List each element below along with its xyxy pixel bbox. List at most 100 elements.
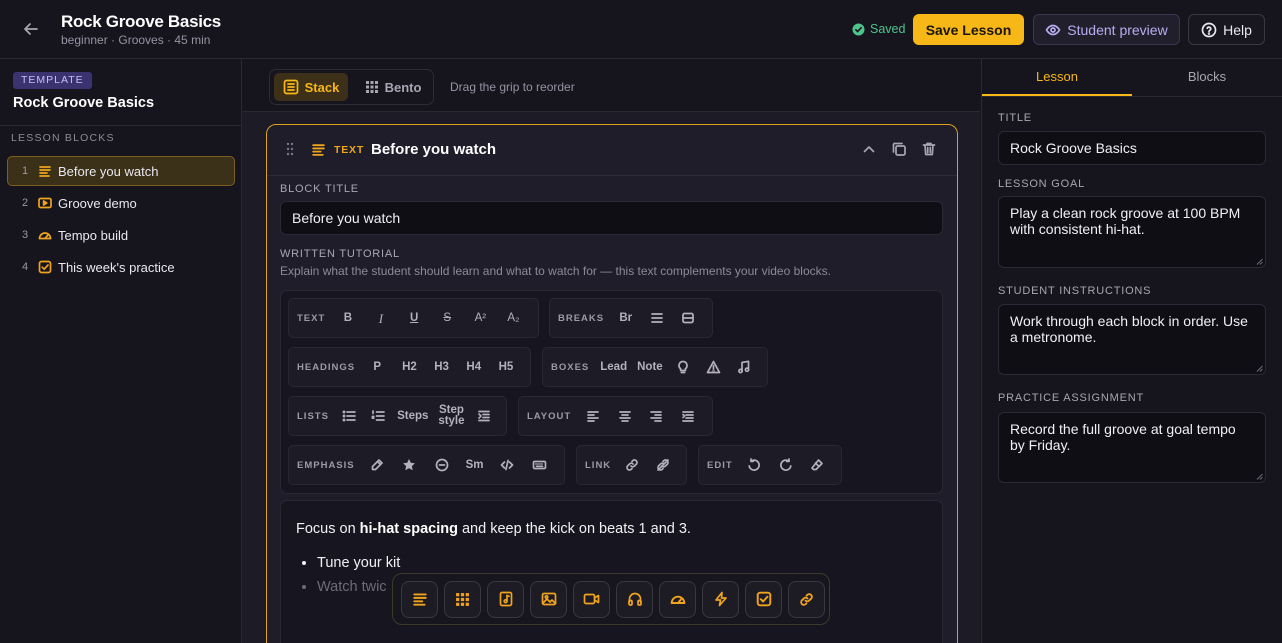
lesson-settings-panel: Lesson Blocks TITLE LESSON GOAL Play a c… — [981, 59, 1282, 643]
collapse-button[interactable] — [861, 141, 877, 157]
step-style-button[interactable]: Step style — [433, 402, 469, 430]
sidebar-block-before-you-watch[interactable]: 1 Before you watch — [7, 156, 235, 186]
keyboard-button[interactable] — [523, 451, 556, 479]
copy-icon — [892, 142, 906, 156]
insert-link-button[interactable] — [617, 451, 647, 479]
align-center-button[interactable] — [609, 402, 641, 430]
heading-4-button[interactable]: H4 — [458, 353, 490, 381]
lead-box-button[interactable]: Lead — [595, 353, 632, 381]
block-number: 2 — [22, 197, 29, 209]
undo-button[interactable] — [739, 451, 770, 479]
steps-button[interactable]: Steps — [392, 402, 433, 430]
sidebar-block-tempo-build[interactable]: 3 Tempo build — [7, 220, 235, 250]
block-title-label: BLOCK TITLE — [280, 183, 359, 195]
heading-3-button[interactable]: H3 — [426, 353, 458, 381]
redo-button[interactable] — [770, 451, 801, 479]
heading-5-button[interactable]: H5 — [490, 353, 522, 381]
small-text-button[interactable]: Sm — [458, 451, 491, 479]
tab-lesson[interactable]: Lesson — [982, 59, 1132, 96]
subscript-button[interactable]: A₂ — [497, 304, 530, 332]
star-button[interactable] — [393, 451, 426, 479]
delete-button[interactable] — [921, 141, 937, 157]
bold-button[interactable]: B — [331, 304, 364, 332]
student-preview-button[interactable]: Student preview — [1033, 14, 1180, 45]
insert-notation-block-button[interactable] — [487, 580, 524, 618]
music-box-button[interactable] — [729, 353, 759, 381]
image-icon — [541, 592, 556, 606]
page-title: Rock Groove Basics — [61, 12, 221, 31]
drag-hint: Drag the grip to reorder — [450, 80, 575, 94]
muted-button[interactable] — [426, 451, 459, 479]
block-title-input[interactable] — [280, 201, 943, 235]
para-text: Focus on — [296, 521, 360, 537]
toolbar-group-boxes: BOXES Lead Note — [542, 347, 768, 387]
insert-text-block-button[interactable] — [401, 580, 438, 618]
paragraph-button[interactable]: P — [361, 353, 393, 381]
group-label: LISTS — [297, 410, 329, 422]
lesson-title-input[interactable] — [998, 131, 1266, 165]
sidebar-block-this-weeks-practice[interactable]: 4 This week's practice — [7, 252, 235, 282]
warning-box-button[interactable] — [698, 353, 728, 381]
sidebar-lesson-title: Rock Groove Basics — [13, 95, 155, 111]
tab-blocks[interactable]: Blocks — [1132, 59, 1282, 96]
resize-grip-icon[interactable] — [1256, 258, 1263, 265]
numbered-list-button[interactable] — [364, 402, 393, 430]
note-box-button[interactable]: Note — [632, 353, 668, 381]
block-label: Tempo build — [58, 227, 129, 243]
heading-2-button[interactable]: H2 — [393, 353, 425, 381]
duplicate-button[interactable] — [891, 141, 907, 157]
redo-icon — [779, 458, 792, 471]
tip-box-button[interactable] — [668, 353, 698, 381]
group-label: LAYOUT — [527, 410, 572, 422]
underline-button[interactable]: U — [398, 304, 431, 332]
stack-view-button[interactable]: Stack — [274, 73, 348, 101]
block-label: Before you watch — [58, 163, 159, 179]
horizontal-rule-button[interactable] — [641, 304, 672, 332]
indent-button[interactable] — [469, 402, 498, 430]
arrow-left-icon — [24, 23, 38, 35]
resize-grip-icon[interactable] — [1256, 473, 1263, 480]
save-lesson-button[interactable]: Save Lesson — [913, 14, 1024, 45]
student-instructions-textarea[interactable]: Work through each block in order. Use a … — [998, 304, 1266, 375]
line-break-button[interactable]: Br — [610, 304, 641, 332]
back-button[interactable] — [19, 17, 43, 41]
stack-label: Stack — [304, 79, 340, 95]
check-circle-icon — [852, 23, 865, 35]
section-break-button[interactable] — [673, 304, 704, 332]
insert-image-block-button[interactable] — [530, 580, 567, 618]
group-label: HEADINGS — [297, 361, 356, 373]
help-button[interactable]: Help — [1188, 14, 1265, 45]
student-instructions-text: Work through each block in order. Use a … — [1010, 313, 1248, 345]
help-label: Help — [1223, 21, 1252, 38]
practice-assignment-textarea[interactable]: Record the full groove at goal tempo by … — [998, 412, 1266, 483]
resize-grip-icon[interactable] — [1256, 365, 1263, 372]
clear-format-button[interactable] — [802, 451, 833, 479]
insert-exercise-block-button[interactable] — [702, 580, 739, 618]
lesson-goal-label: LESSON GOAL — [998, 178, 1086, 190]
drag-grip-icon[interactable] — [286, 142, 294, 156]
bento-view-button[interactable]: Bento — [358, 73, 428, 101]
align-right-button[interactable] — [641, 402, 673, 430]
insert-checklist-block-button[interactable] — [745, 580, 782, 618]
highlight-button[interactable] — [361, 451, 394, 479]
strikethrough-button[interactable]: S — [431, 304, 464, 332]
lesson-goal-textarea[interactable]: Play a clean rock groove at 100 BPM with… — [998, 196, 1266, 268]
toolbar-group-breaks: BREAKS Br — [549, 298, 713, 338]
insert-video-block-button[interactable] — [573, 580, 610, 618]
sidebar-block-groove-demo[interactable]: 2 Groove demo — [7, 188, 235, 218]
remove-link-button[interactable] — [648, 451, 678, 479]
justify-button[interactable] — [672, 402, 704, 430]
bullet-list-button[interactable] — [335, 402, 364, 430]
insert-grid-block-button[interactable] — [444, 580, 481, 618]
italic-button[interactable]: I — [364, 304, 397, 332]
eye-icon — [1045, 24, 1061, 35]
video-camera-icon — [583, 593, 600, 605]
lesson-goal-text: Play a clean rock groove at 100 BPM with… — [1010, 205, 1241, 237]
superscript-button[interactable]: A² — [464, 304, 497, 332]
align-left-button[interactable] — [577, 402, 609, 430]
insert-link-block-button[interactable] — [788, 580, 825, 618]
insert-tempo-block-button[interactable] — [659, 580, 696, 618]
code-button[interactable] — [491, 451, 524, 479]
block-list: 1 Before you watch 2 Groove demo 3 Tempo… — [7, 156, 235, 284]
insert-audio-block-button[interactable] — [616, 580, 653, 618]
